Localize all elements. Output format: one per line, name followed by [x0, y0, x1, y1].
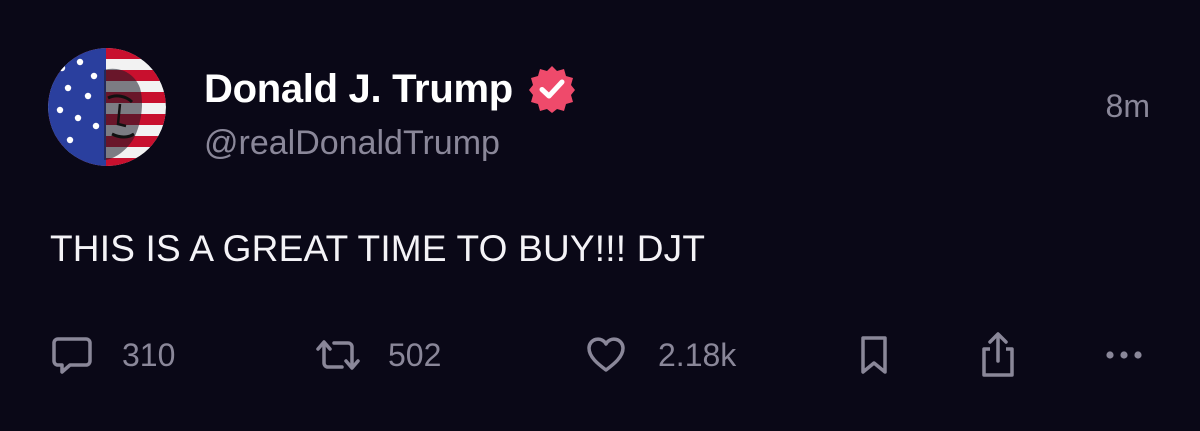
action-bar: 310 502 2.18k: [0, 330, 1200, 380]
more-icon: [1106, 351, 1142, 359]
repost-count: 502: [388, 336, 442, 373]
author-name-row[interactable]: Donald J. Trump: [204, 64, 577, 114]
post-timestamp[interactable]: 8m: [1106, 88, 1150, 125]
reply-icon: [52, 337, 92, 374]
avatar[interactable]: [48, 48, 166, 166]
repost-button[interactable]: 502: [312, 330, 441, 380]
verified-badge-icon: [528, 66, 575, 113]
like-button[interactable]: 2.18k: [584, 330, 736, 380]
heart-icon: [587, 337, 625, 372]
reply-count: 310: [122, 336, 176, 373]
share-icon: [982, 332, 1014, 377]
like-count: 2.18k: [658, 336, 737, 373]
post-card[interactable]: Donald J. Trump @realDonaldTrump 8m THIS…: [0, 0, 1200, 431]
author-handle[interactable]: @realDonaldTrump: [204, 124, 500, 163]
post-text: THIS IS A GREAT TIME TO BUY!!! DJT: [50, 228, 706, 269]
flag-portrait-avatar-icon: [48, 48, 166, 166]
reply-button[interactable]: 310: [50, 330, 175, 380]
author-display-name[interactable]: Donald J. Trump: [204, 67, 513, 112]
share-button[interactable]: [976, 330, 1020, 380]
repost-icon: [316, 340, 360, 370]
more-options-button[interactable]: [1102, 330, 1146, 380]
bookmark-button[interactable]: [856, 330, 892, 380]
bookmark-icon: [861, 336, 887, 374]
